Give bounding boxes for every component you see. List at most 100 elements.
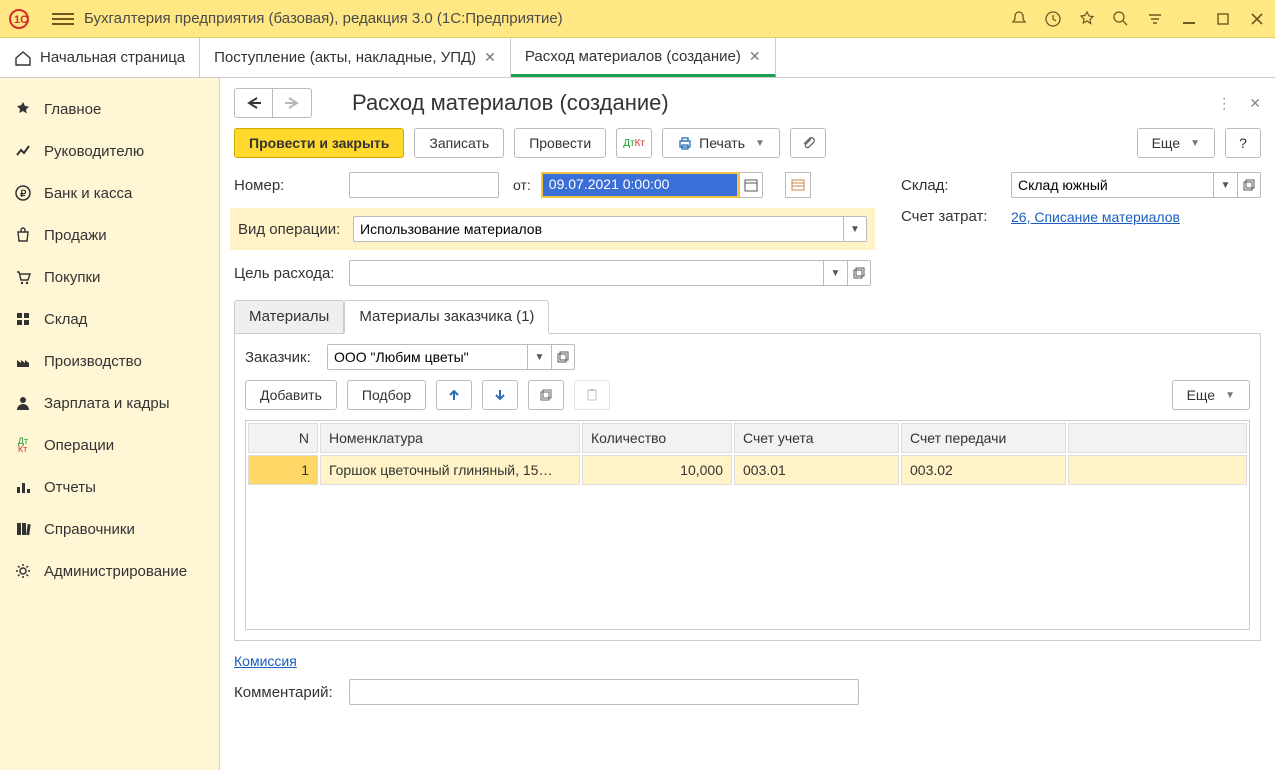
dropdown-button[interactable]: ▼ [1213,172,1237,198]
sidebar-item-0[interactable]: Главное [0,88,219,130]
sidebar-item-8[interactable]: ДтКтОперации [0,424,219,466]
kebab-icon[interactable]: ⋮ [1217,95,1231,112]
dropdown-button[interactable]: ▼ [823,260,847,286]
form-view-button[interactable] [785,172,811,198]
maximize-icon[interactable] [1213,9,1233,29]
sidebar-item-7[interactable]: Зарплата и кадры [0,382,219,424]
sidebar-item-10[interactable]: Справочники [0,508,219,550]
tab-expense[interactable]: Расход материалов (создание) ✕ [511,38,776,77]
move-up-button[interactable] [436,380,472,410]
sidebar-item-3[interactable]: Продажи [0,214,219,256]
open-icon [1243,179,1255,191]
star-icon[interactable] [1077,9,1097,29]
dtkt-icon: ДтКт [623,138,645,149]
cell-transfer-account[interactable]: 003.02 [901,455,1066,485]
post-and-close-button[interactable]: Провести и закрыть [234,128,404,158]
inner-tabs: Материалы Материалы заказчика (1) [234,300,1261,334]
date-input[interactable]: 09.07.2021 0:00:00 [541,172,739,198]
dropdown-button[interactable]: ▼ [527,344,551,370]
tab-home-label: Начальная страница [40,49,185,66]
post-button[interactable]: Провести [514,128,606,158]
sidebar-item-2[interactable]: ₽Банк и касса [0,172,219,214]
tab-materials[interactable]: Материалы [234,300,344,333]
table-toolbar: Добавить Подбор Еще▼ [245,380,1250,410]
printer-icon [677,135,693,151]
comment-input[interactable] [349,679,859,705]
nav-forward[interactable] [273,89,311,117]
materials-table[interactable]: N Номенклатура Количество Счет учета Сче… [245,420,1250,630]
nav-back[interactable] [235,89,273,117]
cell-n[interactable]: 1 [248,455,318,485]
operation-input[interactable] [353,216,843,242]
chevron-down-icon: ▼ [1190,138,1200,149]
cell-account[interactable]: 003.01 [734,455,899,485]
dtkt-button[interactable]: ДтКт [616,128,652,158]
copy-button[interactable] [528,380,564,410]
form-icon [791,179,805,191]
minimize-icon[interactable] [1179,9,1199,29]
number-label: Номер: [234,177,339,194]
sidebar-item-label: Банк и касса [44,185,132,202]
sidebar-item-1[interactable]: Руководителю [0,130,219,172]
sidebar-item-5[interactable]: Склад [0,298,219,340]
col-transfer-account[interactable]: Счет передачи [901,423,1066,453]
cell-qty[interactable]: 10,000 [582,455,732,485]
sidebar-item-label: Склад [44,311,87,328]
cell-nomenclature[interactable]: Горшок цветочный глиняный, 15… [320,455,580,485]
home-icon [14,49,32,67]
bag-icon [14,226,32,244]
help-button[interactable]: ? [1225,128,1261,158]
purpose-input[interactable] [349,260,823,286]
calendar-button[interactable] [739,172,763,198]
number-input[interactable] [349,172,499,198]
col-qty[interactable]: Количество [582,423,732,453]
customer-input[interactable] [327,344,527,370]
sidebar: ГлавноеРуководителю₽Банк и кассаПродажиП… [0,78,220,770]
search-icon[interactable] [1111,9,1131,29]
commission-link[interactable]: Комиссия [234,653,297,669]
logo-1c-icon: 1С [8,8,44,30]
tab-customer-materials[interactable]: Материалы заказчика (1) [344,300,549,334]
close-icon[interactable]: ✕ [484,49,496,66]
print-button[interactable]: Печать▼ [662,128,780,158]
tab-expense-label: Расход материалов (создание) [525,48,741,65]
close-icon[interactable]: ✕ [749,48,761,65]
bell-icon[interactable] [1009,9,1029,29]
tab-incoming[interactable]: Поступление (акты, накладные, УПД) ✕ [200,38,511,77]
menu-icon[interactable] [52,8,74,30]
open-button[interactable] [1237,172,1261,198]
sidebar-item-6[interactable]: Производство [0,340,219,382]
toolbar: Провести и закрыть Записать Провести ДтК… [234,128,1261,158]
col-n[interactable]: N [248,423,318,453]
attach-button[interactable] [790,128,826,158]
table-more-button[interactable]: Еще▼ [1172,380,1250,410]
page-title: Расход материалов (создание) [352,90,669,116]
warehouse-input[interactable] [1011,172,1213,198]
filter-icon[interactable] [1145,9,1165,29]
move-down-button[interactable] [482,380,518,410]
save-button[interactable]: Записать [414,128,504,158]
close-page-icon[interactable]: ✕ [1249,95,1261,112]
col-account[interactable]: Счет учета [734,423,899,453]
star-icon [14,100,32,118]
sidebar-item-4[interactable]: Покупки [0,256,219,298]
paste-button[interactable] [574,380,610,410]
dropdown-button[interactable]: ▼ [843,216,867,242]
add-button[interactable]: Добавить [245,380,337,410]
cost-account-link[interactable]: 26, Списание материалов [1011,209,1180,225]
app-title: Бухгалтерия предприятия (базовая), редак… [84,10,1009,27]
close-icon[interactable] [1247,9,1267,29]
col-nomenclature[interactable]: Номенклатура [320,423,580,453]
sidebar-item-11[interactable]: Администрирование [0,550,219,592]
pick-button[interactable]: Подбор [347,380,426,410]
open-button[interactable] [847,260,871,286]
sidebar-item-9[interactable]: Отчеты [0,466,219,508]
open-icon [557,351,569,363]
arrow-down-icon [493,388,507,402]
more-button[interactable]: Еще▼ [1137,128,1215,158]
history-icon[interactable] [1043,9,1063,29]
table-row[interactable]: 1 Горшок цветочный глиняный, 15… 10,000 … [248,455,1247,485]
tab-home[interactable]: Начальная страница [0,38,200,77]
nav-arrows [234,88,312,118]
open-button[interactable] [551,344,575,370]
